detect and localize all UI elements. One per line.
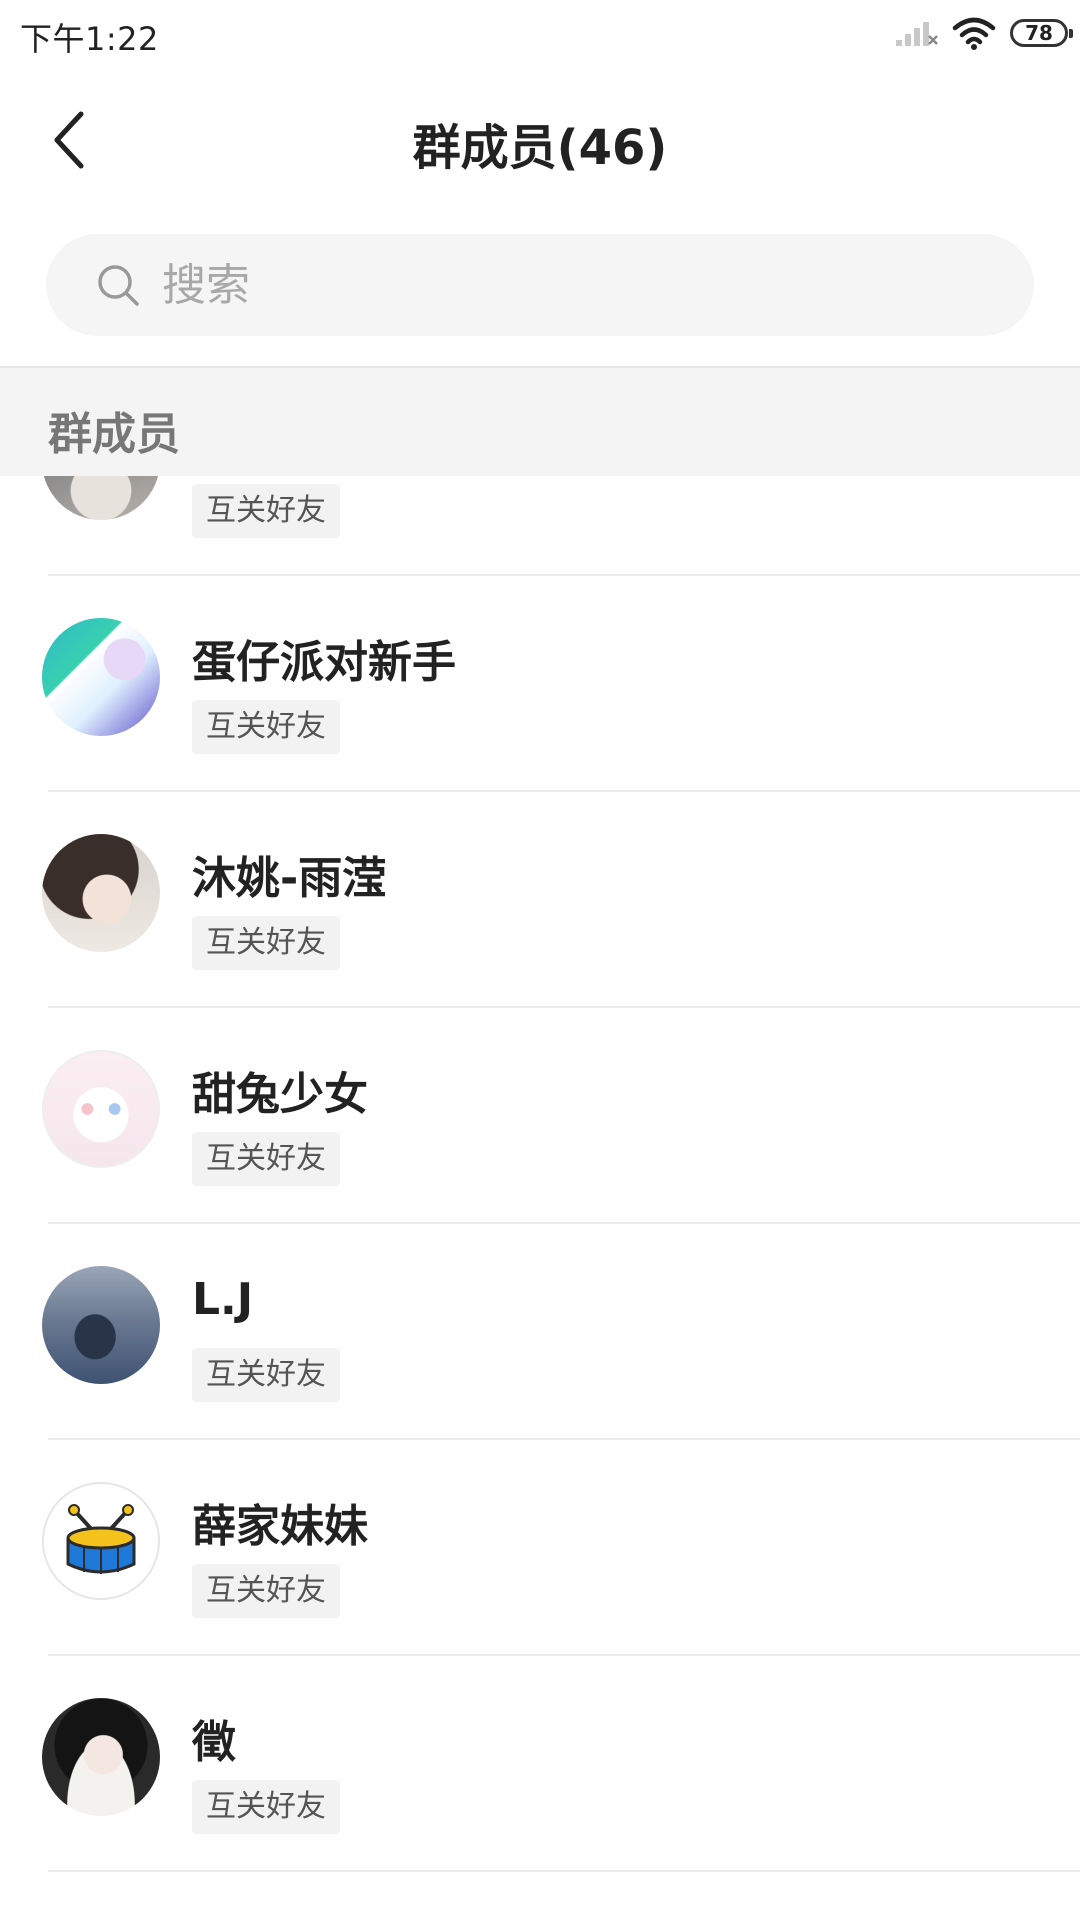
friend-tag: 互关好友 xyxy=(192,1564,340,1618)
member-name: 薛家妹妹 xyxy=(192,1501,368,1552)
row-divider xyxy=(48,1870,1080,1872)
member-name: 徵 xyxy=(192,1717,236,1768)
member-name: L.J xyxy=(192,1274,254,1325)
friend-tag: 互关好友 xyxy=(192,916,340,970)
list-item[interactable]: 薛家妹妹 互关好友 xyxy=(0,1440,1080,1656)
friend-tag: 互关好友 xyxy=(192,1348,340,1402)
list-item[interactable]: 互关好友 xyxy=(0,476,1080,576)
list-item[interactable]: L.J 互关好友 xyxy=(0,1224,1080,1440)
friend-tag: 互关好友 xyxy=(192,484,340,538)
member-name: 沐姚-雨滢 xyxy=(192,853,387,904)
page-title: 群成员(46) xyxy=(412,120,668,176)
section-header: 群成员 xyxy=(0,368,1080,476)
status-bar: 下午1:22 78 xyxy=(0,0,1080,72)
list-item[interactable]: 蛋仔派对新手 互关好友 xyxy=(0,576,1080,792)
search-input[interactable] xyxy=(160,258,964,312)
search-icon xyxy=(98,265,139,306)
member-list: 互关好友 蛋仔派对新手 互关好友 沐姚-雨滢 互关好友 甜兔少女 互关好友 L.… xyxy=(0,476,1080,1920)
avatar xyxy=(42,476,160,520)
battery-level: 78 xyxy=(1025,21,1053,45)
battery-indicator: 78 xyxy=(1010,19,1073,47)
avatar xyxy=(42,1266,160,1384)
avatar xyxy=(42,618,160,736)
avatar xyxy=(42,834,160,952)
drum-icon xyxy=(66,1504,136,1574)
friend-tag: 互关好友 xyxy=(192,700,340,754)
cellular-signal-icon xyxy=(896,22,938,46)
list-item[interactable]: 沐姚-雨滢 互关好友 xyxy=(0,792,1080,1008)
wifi-icon xyxy=(952,17,996,50)
search-bar[interactable] xyxy=(46,234,1034,336)
section-title: 群成员 xyxy=(48,409,180,460)
status-icons: 78 xyxy=(894,16,1073,50)
member-name: 甜兔少女 xyxy=(192,1069,368,1120)
member-name: 蛋仔派对新手 xyxy=(192,637,456,688)
friend-tag: 互关好友 xyxy=(192,1132,340,1186)
friend-tag: 互关好友 xyxy=(192,1780,340,1834)
status-time: 下午1:22 xyxy=(20,20,159,58)
avatar xyxy=(42,1050,160,1168)
title-bar: 群成员(46) xyxy=(0,72,1080,208)
list-item[interactable]: 甜兔少女 互关好友 xyxy=(0,1008,1080,1224)
avatar xyxy=(42,1698,160,1816)
avatar xyxy=(42,1482,160,1600)
list-item[interactable]: 徵 互关好友 xyxy=(0,1656,1080,1872)
